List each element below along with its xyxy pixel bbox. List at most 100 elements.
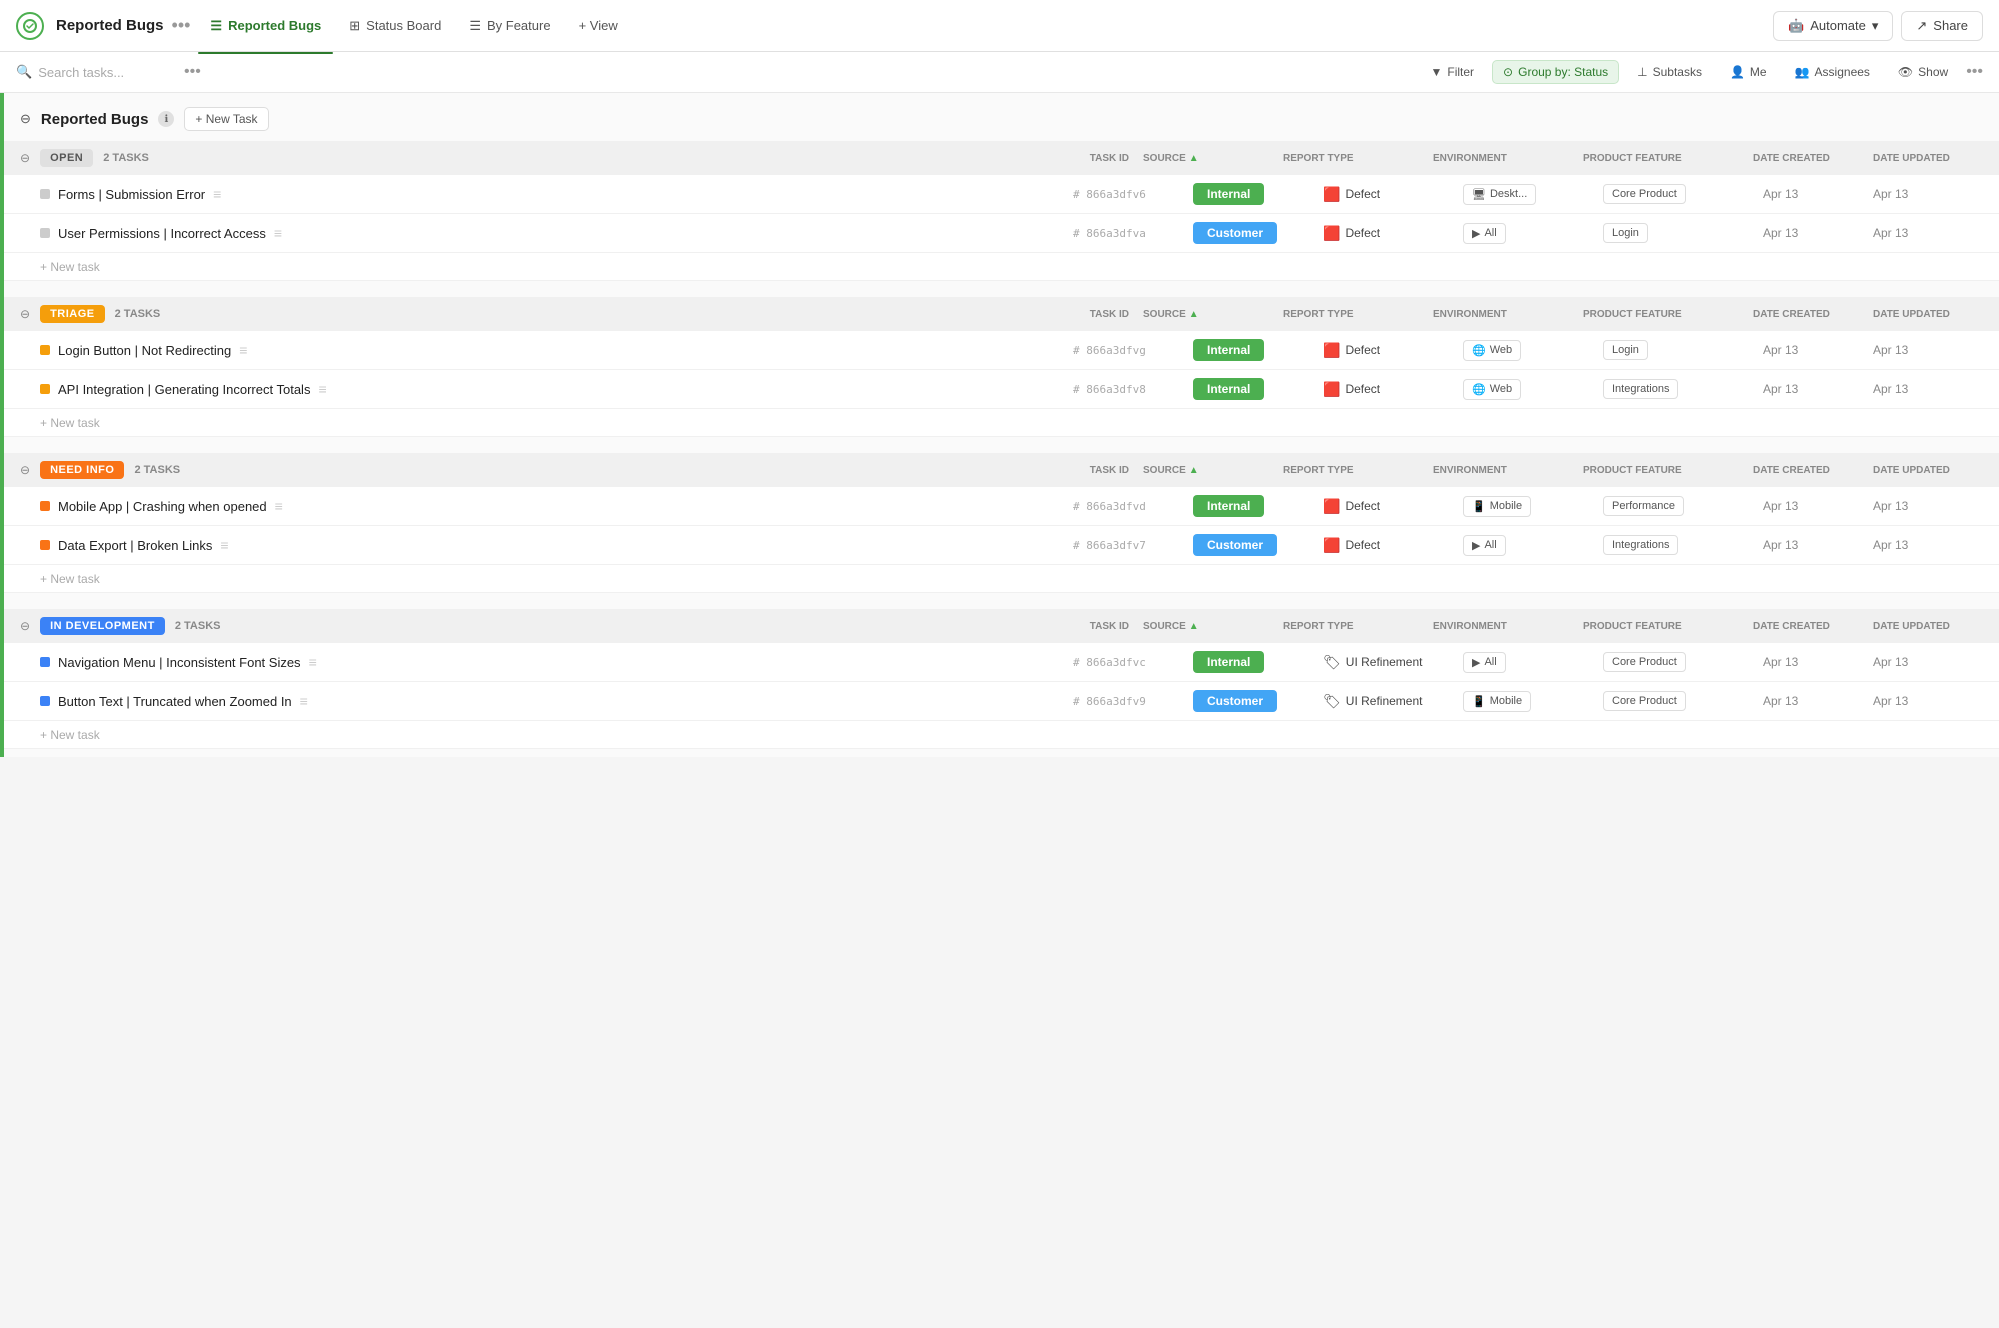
task-row: Forms | Submission Error ≡ # 866a3dfv6 I… [4,175,1999,214]
task-date-created: Apr 13 [1763,382,1873,396]
task-name[interactable]: API Integration | Generating Incorrect T… [58,382,310,397]
task-row: Mobile App | Crashing when opened ≡ # 86… [4,487,1999,526]
task-source[interactable]: Customer [1193,222,1323,244]
reported-bugs-tab-icon: ☰ [210,18,222,34]
status-badge-open[interactable]: OPEN [40,149,93,167]
task-name-cell: User Permissions | Incorrect Access ≡ [40,225,1073,241]
task-feature: Integrations [1603,379,1763,399]
status-badge-triage[interactable]: TRIAGE [40,305,105,323]
task-id: # 866a3dfvc [1073,656,1193,669]
assignees-icon: 👥 [1795,65,1810,79]
task-source[interactable]: Customer [1193,690,1323,712]
nav-tab-by-feature[interactable]: ☰ By Feature [457,12,562,40]
nav-tab-add-view[interactable]: + View [567,12,630,39]
task-feature: Login [1603,223,1763,243]
filter-button[interactable]: ▼ Filter [1420,61,1484,83]
task-menu-icon[interactable]: ≡ [213,186,221,202]
status-board-tab-icon: ⊞ [349,18,360,34]
group-need-info-chevron[interactable]: ⊖ [20,463,30,477]
new-task-link[interactable]: + New task [40,416,100,430]
group-triage-chevron[interactable]: ⊖ [20,307,30,321]
task-report-type: 🟥Defect [1323,498,1463,515]
task-id: # 866a3dfva [1073,227,1193,240]
group-header-need-info: ⊖ NEED INFO 2 TASKS TASK ID SOURCE ▲ REP… [4,453,1999,487]
task-date-updated: Apr 13 [1873,187,1983,201]
filter-label: Filter [1447,65,1474,79]
task-name[interactable]: Login Button | Not Redirecting [58,343,231,358]
group-by-button[interactable]: ⊙ Group by: Status [1492,60,1619,84]
task-name[interactable]: Navigation Menu | Inconsistent Font Size… [58,655,301,670]
new-task-top-button[interactable]: + New Task [184,107,268,131]
nav-tab-reported-bugs[interactable]: ☰ Reported Bugs [198,12,333,40]
task-source[interactable]: Internal [1193,651,1323,673]
top-navigation: Reported Bugs ••• ☰ Reported Bugs ⊞ Stat… [0,0,1999,52]
me-button[interactable]: 👤 Me [1720,61,1777,83]
task-date-updated: Apr 13 [1873,226,1983,240]
task-feature: Core Product [1603,184,1763,204]
task-menu-icon[interactable]: ≡ [300,693,308,709]
task-date-updated: Apr 13 [1873,538,1983,552]
task-report-type: 🟥Defect [1323,342,1463,359]
task-date-created: Apr 13 [1763,538,1873,552]
task-source[interactable]: Internal [1193,183,1323,205]
task-environment: 🌐Web [1463,340,1603,361]
task-name[interactable]: Data Export | Broken Links [58,538,212,553]
automate-button[interactable]: 🤖 Automate ▾ [1773,11,1893,41]
me-label: Me [1750,65,1767,79]
task-row: Button Text | Truncated when Zoomed In ≡… [4,682,1999,721]
toolbar-more-dots[interactable]: ••• [184,63,201,81]
status-badge-need-info[interactable]: NEED INFO [40,461,124,479]
share-icon: ↗ [1916,18,1927,34]
task-menu-icon[interactable]: ≡ [220,537,228,553]
list-info-icon[interactable]: ℹ [158,111,174,127]
status-badge-in-development[interactable]: IN DEVELOPMENT [40,617,165,635]
task-status-dot [40,540,50,550]
workspace-title: Reported Bugs [56,17,164,34]
new-task-link[interactable]: + New task [40,572,100,586]
task-name[interactable]: User Permissions | Incorrect Access [58,226,266,241]
app-logo [16,12,44,40]
task-menu-icon[interactable]: ≡ [275,498,283,514]
task-id: # 866a3dfvg [1073,344,1193,357]
task-menu-icon[interactable]: ≡ [318,381,326,397]
add-view-label: + View [579,18,618,33]
task-name[interactable]: Button Text | Truncated when Zoomed In [58,694,292,709]
task-date-created: Apr 13 [1763,187,1873,201]
show-button[interactable]: 👁 Show [1888,61,1958,83]
nav-tab-status-board[interactable]: ⊞ Status Board [337,12,453,40]
group-open: ⊖ OPEN 2 TASKS TASK ID SOURCE ▲ REPORT T… [4,141,1999,281]
subtasks-button[interactable]: ⊥ Subtasks [1627,61,1712,83]
me-icon: 👤 [1730,65,1745,79]
group-open-chevron[interactable]: ⊖ [20,151,30,165]
task-status-dot [40,189,50,199]
task-name[interactable]: Forms | Submission Error [58,187,205,202]
task-menu-icon[interactable]: ≡ [309,654,317,670]
task-name-cell: Navigation Menu | Inconsistent Font Size… [40,654,1073,670]
toolbar-end-dots[interactable]: ••• [1966,63,1983,81]
new-task-link[interactable]: + New task [40,728,100,742]
workspace-menu[interactable]: ••• [172,15,191,36]
share-button[interactable]: ↗ Share [1901,11,1983,41]
task-source[interactable]: Internal [1193,495,1323,517]
task-feature: Integrations [1603,535,1763,555]
task-name[interactable]: Mobile App | Crashing when opened [58,499,267,514]
task-row: API Integration | Generating Incorrect T… [4,370,1999,409]
new-task-link[interactable]: + New task [40,260,100,274]
assignees-button[interactable]: 👥 Assignees [1785,61,1880,83]
task-row: Data Export | Broken Links ≡ # 866a3dfv7… [4,526,1999,565]
task-menu-icon[interactable]: ≡ [274,225,282,241]
new-task-row-open: + New task [4,253,1999,281]
task-source[interactable]: Internal [1193,339,1323,361]
task-source[interactable]: Internal [1193,378,1323,400]
share-label: Share [1933,18,1968,33]
task-date-created: Apr 13 [1763,694,1873,708]
list-collapse-icon[interactable]: ⊖ [20,111,31,127]
task-source[interactable]: Customer [1193,534,1323,556]
task-report-type: 🏷UI Refinement [1323,693,1463,710]
task-menu-icon[interactable]: ≡ [239,342,247,358]
task-row: Login Button | Not Redirecting ≡ # 866a3… [4,331,1999,370]
search-box[interactable]: 🔍 Search tasks... [16,64,176,80]
task-status-dot [40,501,50,511]
group-in-dev-chevron[interactable]: ⊖ [20,619,30,633]
triage-tasks-count: 2 TASKS [115,308,161,320]
